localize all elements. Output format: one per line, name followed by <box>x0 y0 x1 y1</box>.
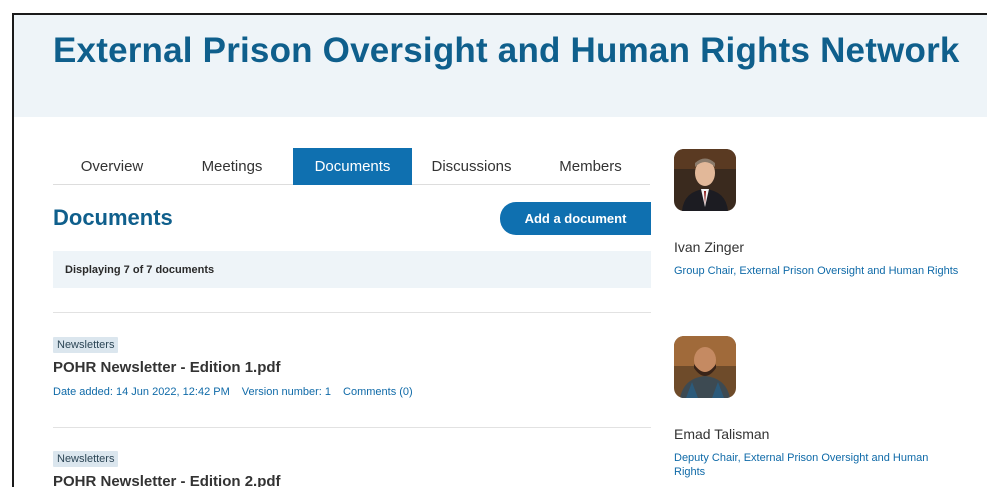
person-card: Emad Talisman Deputy Chair, External Pri… <box>674 336 974 479</box>
person-name[interactable]: Emad Talisman <box>674 426 974 442</box>
divider <box>53 427 651 428</box>
display-count-bar: Displaying 7 of 7 documents <box>53 251 651 288</box>
document-item: Newsletters POHR Newsletter - Edition 1.… <box>53 335 651 398</box>
document-title-link[interactable]: POHR Newsletter - Edition 1.pdf <box>53 359 651 376</box>
tab-members[interactable]: Members <box>531 148 650 185</box>
group-title: External Prison Oversight and Human Righ… <box>53 31 960 70</box>
person-name[interactable]: Ivan Zinger <box>674 239 974 255</box>
avatar[interactable] <box>674 149 736 211</box>
add-document-button[interactable]: Add a document <box>500 202 651 235</box>
tab-overview[interactable]: Overview <box>53 148 171 185</box>
documents-heading: Documents <box>53 205 173 230</box>
person-role: Group Chair, External Prison Oversight a… <box>674 265 959 277</box>
person-card: Ivan Zinger Group Chair, External Prison… <box>674 149 974 278</box>
group-banner: External Prison Oversight and Human Righ… <box>14 15 987 117</box>
tab-documents[interactable]: Documents <box>293 148 412 185</box>
document-meta: Date added: 14 Jun 2022, 12:42 PM Versio… <box>53 386 651 398</box>
version-number: Version number: 1 <box>241 386 332 398</box>
avatar[interactable] <box>674 336 736 398</box>
tab-discussions[interactable]: Discussions <box>412 148 531 185</box>
document-title-link[interactable]: POHR Newsletter - Edition 2.pdf <box>53 473 651 487</box>
tab-meetings[interactable]: Meetings <box>171 148 293 185</box>
category-tag[interactable]: Newsletters <box>53 337 119 353</box>
document-item: Newsletters POHR Newsletter - Edition 2.… <box>53 449 651 487</box>
category-tag[interactable]: Newsletters <box>53 451 119 467</box>
comments-link[interactable]: Comments (0) <box>343 386 413 398</box>
person-role: Deputy Chair, External Prison Oversight … <box>674 452 929 478</box>
page-frame: External Prison Oversight and Human Righ… <box>12 13 987 487</box>
tab-bar: Overview Meetings Documents Discussions … <box>53 148 650 185</box>
divider <box>53 312 651 313</box>
display-count-text: Displaying 7 of 7 documents <box>65 263 215 276</box>
date-added: Date added: 14 Jun 2022, 12:42 PM <box>53 386 230 398</box>
